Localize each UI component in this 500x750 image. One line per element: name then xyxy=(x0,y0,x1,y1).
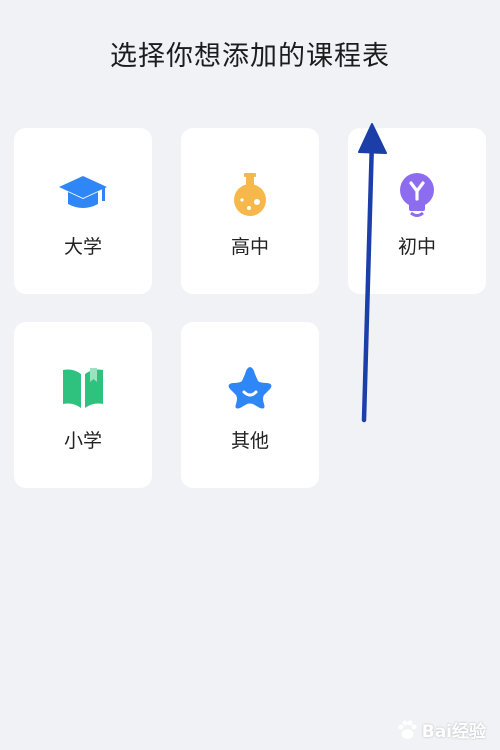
course-option-primary-school[interactable]: 小学 xyxy=(14,322,152,488)
page-title: 选择你想添加的课程表 xyxy=(110,41,390,72)
course-option-label: 初中 xyxy=(397,236,436,258)
watermark: Bai经验 xyxy=(396,717,486,742)
course-option-label: 小学 xyxy=(63,430,102,452)
course-option-high-school[interactable]: 高中 xyxy=(181,128,319,294)
flask-icon xyxy=(234,173,266,216)
course-option-label: 高中 xyxy=(230,236,269,258)
paw-icon xyxy=(398,720,417,739)
lightbulb-icon xyxy=(400,173,434,217)
course-option-university[interactable]: 大学 xyxy=(14,128,152,294)
book-icon xyxy=(63,368,103,408)
graduation-cap-icon xyxy=(59,176,107,208)
course-option-label: 其他 xyxy=(230,430,269,452)
course-option-other[interactable]: 其他 xyxy=(181,322,319,488)
watermark-text: Bai经验 xyxy=(421,722,486,742)
course-option-label: 大学 xyxy=(63,236,102,258)
star-icon xyxy=(228,367,272,409)
course-option-middle-school[interactable]: 初中 xyxy=(348,128,486,294)
